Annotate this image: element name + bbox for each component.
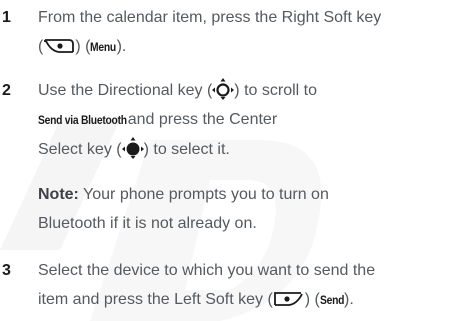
step-3-line-1: Select the device to which you want to s…	[38, 262, 376, 279]
step-3-line-2: item and press the Left Soft key ( ) (Se…	[38, 285, 458, 315]
send-key-label: Send	[319, 293, 345, 307]
step-2-line-3: Select key ( ) to select it.	[38, 135, 458, 164]
send-via-bluetooth-label: Send via Bluetooth	[38, 113, 127, 127]
step-number: 2	[2, 82, 11, 99]
step-text: Select the device to which you want to s…	[38, 256, 458, 315]
left-soft-key-icon	[273, 292, 303, 306]
note-line-2: Bluetooth if it is not already on.	[38, 215, 257, 232]
step-1-line-1: From the calendar item, press the Right …	[38, 9, 382, 26]
step-number: 1	[2, 9, 11, 26]
step-text: Use the Directional key ( ) to scroll to…	[38, 76, 458, 164]
note-line-1: Note: Your phone prompts you to turn on	[38, 186, 329, 203]
step-1-line-2: ( ) (Menu).	[38, 32, 458, 62]
step-number: 3	[2, 262, 11, 279]
step-2-line-2: Send via Bluetooth and press the Center	[38, 105, 458, 135]
menu-key-label: Menu	[90, 40, 117, 54]
paren-close: ).	[116, 38, 127, 55]
step-text: From the calendar item, press the Right …	[38, 3, 458, 62]
directional-key-icon	[212, 78, 235, 100]
note-label: Note:	[38, 186, 79, 203]
center-select-key-icon	[121, 137, 144, 159]
paren-sep: ) (	[75, 38, 91, 55]
right-soft-key-icon	[44, 39, 75, 53]
step-2-line-1: Use the Directional key ( ) to scroll to	[38, 76, 458, 105]
